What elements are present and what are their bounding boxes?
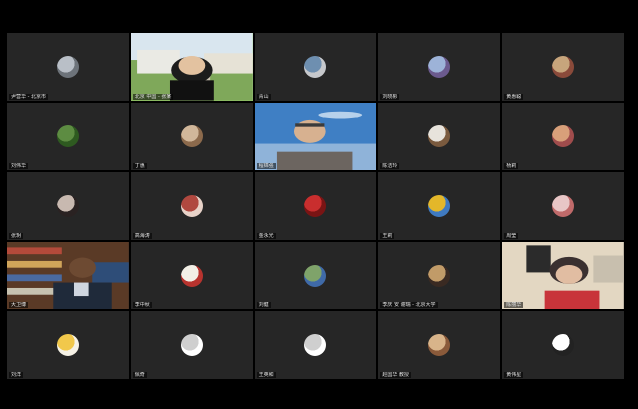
participant-tile[interactable]: 赵国华 教授	[378, 311, 501, 379]
participant-tile[interactable]: 刘晓彬	[378, 33, 501, 101]
participant-tile[interactable]: 王英和	[254, 311, 377, 379]
participant-tile[interactable]: 北京 中国 - 张某	[130, 33, 253, 101]
participant-tile[interactable]: 高海涛	[130, 172, 253, 240]
participant-tile[interactable]: 佩奇	[130, 311, 253, 379]
participant-tile[interactable]: 刘洋	[7, 311, 129, 379]
participant-name: 刘健	[256, 302, 271, 309]
participant-tile[interactable]: 周莹	[502, 172, 624, 240]
participant-tile[interactable]: 陈洁玲	[378, 102, 501, 171]
participant-avatar	[428, 334, 451, 357]
participant-name: 李庆 安 谢瑞 - 北京大学	[380, 302, 438, 309]
participant-tile[interactable]: 大卫博	[7, 241, 129, 310]
participant-tile[interactable]: 黄伟星	[502, 311, 624, 379]
participant-video	[502, 241, 624, 310]
participant-tile[interactable]: 金永光	[254, 172, 377, 240]
participant-name: 北京 中国 - 张某	[132, 93, 174, 100]
participant-tile[interactable]: 李庆 安 谢瑞 - 北京大学	[378, 241, 501, 310]
participant-tile[interactable]: 李中秋	[130, 241, 253, 310]
participant-name: 尹营华 - 北京市	[9, 93, 48, 100]
participant-avatar	[552, 194, 575, 217]
participant-avatar	[180, 194, 203, 217]
participant-tile[interactable]: 尹营华 - 北京市	[7, 33, 129, 101]
participant-avatar	[428, 55, 451, 78]
participant-video	[7, 241, 129, 310]
participant-name: 李中秋	[132, 302, 152, 309]
participant-name: 张玥	[9, 232, 24, 239]
participant-avatar	[180, 264, 203, 287]
gallery-view-grid: 尹营华 - 北京市 北京 中国 - 张某 青山 刘晓彬 黄惠聪刘伟华 丁惠 程锦强 陈洁玲…	[7, 33, 624, 379]
participant-name: 陈丽华	[504, 302, 524, 309]
participant-name: 佩奇	[132, 371, 147, 378]
participant-name: 陈洁玲	[380, 163, 400, 170]
participant-tile[interactable]: 丁惠	[130, 102, 253, 171]
participant-tile[interactable]: 陈丽华	[502, 241, 624, 310]
participant-tile[interactable]: 黄惠聪	[502, 33, 624, 101]
participant-avatar	[56, 334, 79, 357]
participant-avatar	[304, 194, 327, 217]
participant-name: 黄惠聪	[504, 93, 524, 100]
participant-tile[interactable]: 青山	[254, 33, 377, 101]
participant-avatar	[180, 334, 203, 357]
participant-avatar	[428, 125, 451, 148]
participant-tile[interactable]: 王莉	[378, 172, 501, 240]
participant-name: 王莉	[380, 232, 395, 239]
participant-avatar	[552, 334, 575, 357]
participant-avatar	[304, 264, 327, 287]
participant-name: 程锦强	[256, 163, 276, 170]
participant-avatar	[56, 55, 79, 78]
participant-name: 周莹	[504, 232, 519, 239]
participant-name: 大卫博	[9, 302, 29, 309]
participant-avatar	[428, 264, 451, 287]
participant-name: 黄伟星	[504, 371, 524, 378]
participant-avatar	[552, 55, 575, 78]
participant-avatar	[552, 125, 575, 148]
participant-avatar	[304, 55, 327, 78]
participant-name: 刘伟华	[9, 163, 29, 170]
participant-name: 刘晓彬	[380, 93, 400, 100]
participant-name: 刘洋	[9, 371, 24, 378]
participant-name: 青山	[256, 93, 271, 100]
participant-name: 高海涛	[132, 232, 152, 239]
participant-avatar	[56, 194, 79, 217]
participant-name: 丁惠	[132, 163, 147, 170]
participant-tile[interactable]: 杨莉	[502, 102, 624, 171]
participant-avatar	[428, 194, 451, 217]
participant-tile[interactable]: 刘健	[254, 241, 377, 310]
participant-tile[interactable]: 刘伟华	[7, 102, 129, 171]
participant-tile[interactable]: 张玥	[7, 172, 129, 240]
participant-name: 金永光	[256, 232, 276, 239]
participant-name: 赵国华 教授	[380, 371, 411, 378]
participant-avatar	[304, 334, 327, 357]
participant-avatar	[56, 125, 79, 148]
participant-video	[130, 33, 253, 101]
participant-video	[254, 102, 377, 171]
participant-name: 王英和	[256, 371, 276, 378]
participant-name: 杨莉	[504, 163, 519, 170]
participant-avatar	[180, 125, 203, 148]
participant-tile[interactable]: 程锦强	[254, 102, 377, 171]
